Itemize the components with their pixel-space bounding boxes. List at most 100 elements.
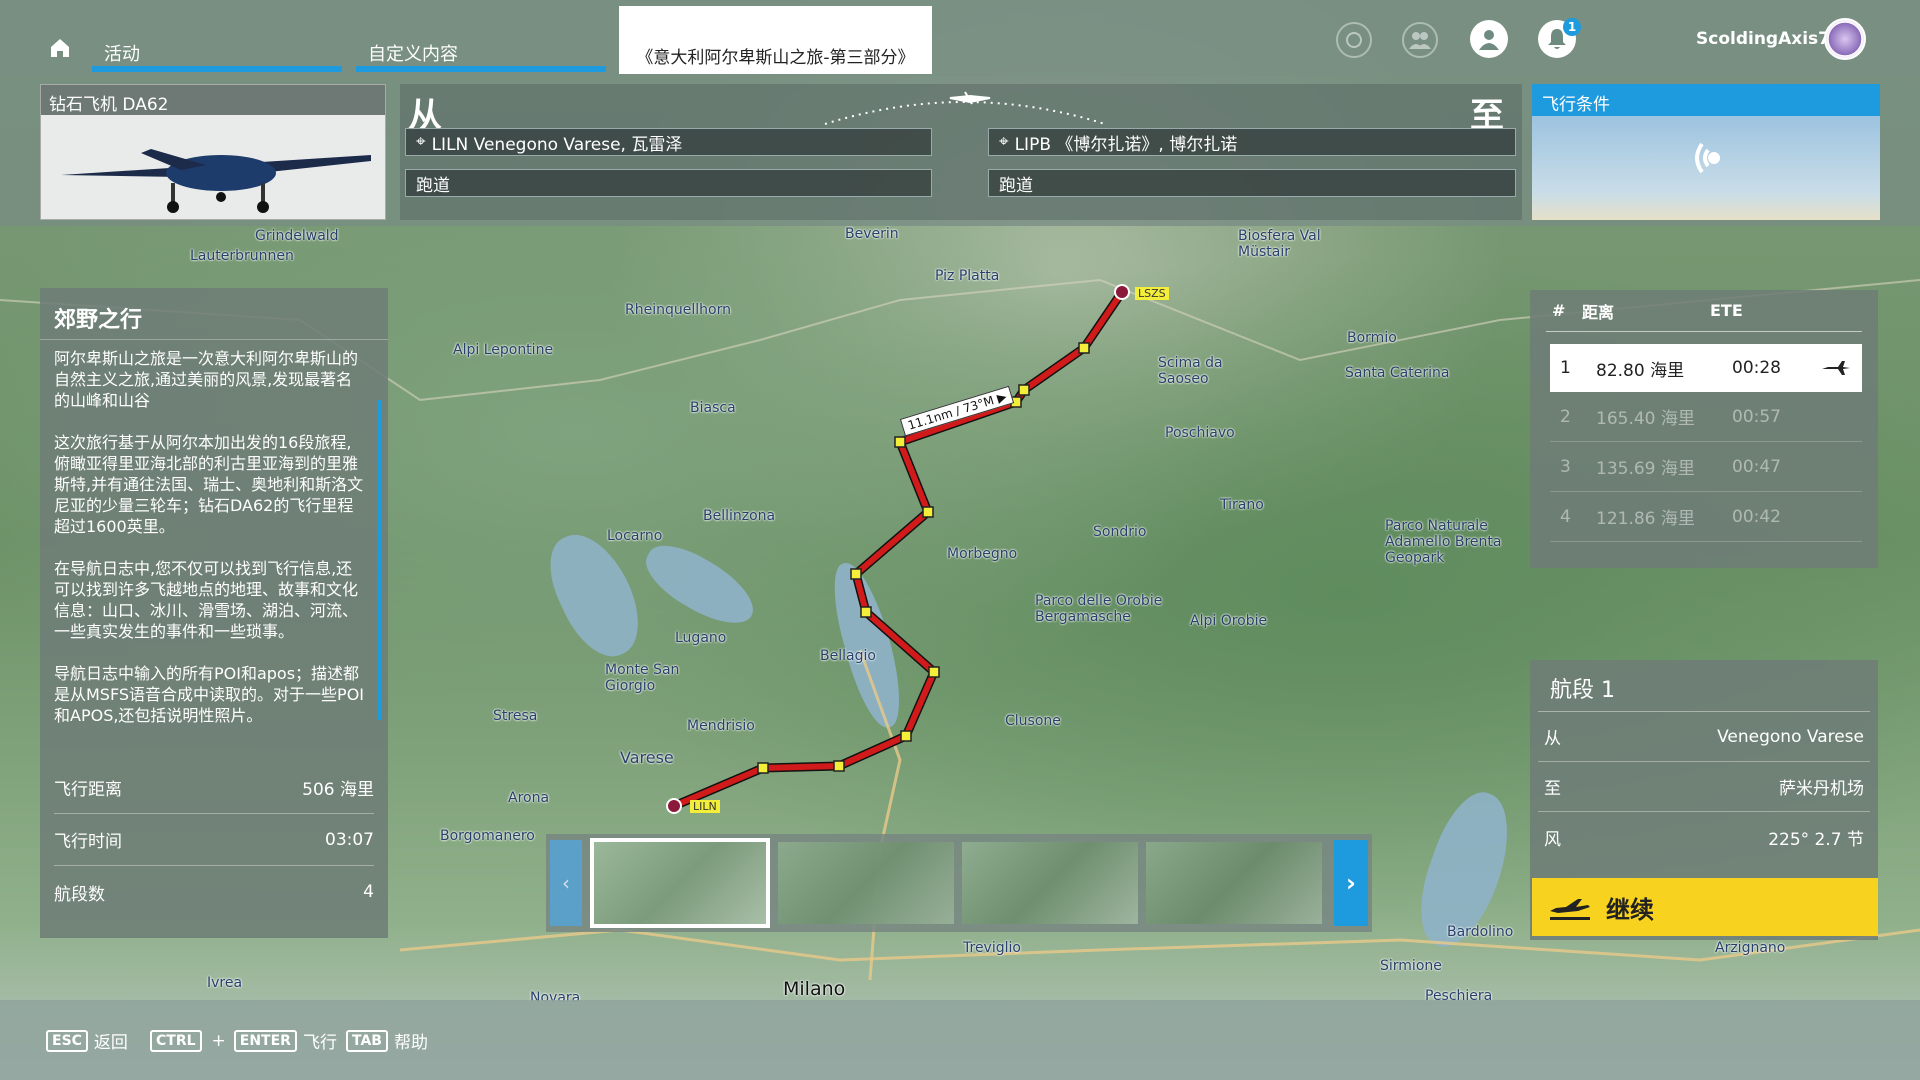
- thumbnail-leg-4[interactable]: [1146, 842, 1322, 924]
- departure-field[interactable]: ⌖ LILN Venegono Varese, 瓦雷泽: [405, 128, 932, 156]
- arrival-value: LIPB 《博尔扎诺》, 博尔扎诺: [1014, 134, 1238, 155]
- profile-icon[interactable]: [1470, 20, 1508, 58]
- leg-ete: 00:42: [1732, 506, 1781, 527]
- leg-num: 4: [1560, 506, 1571, 527]
- tab-current-flight-label: 《意大利阿尔卑斯山之旅-第三部分》: [636, 48, 915, 68]
- detail-label: 至: [1544, 779, 1561, 799]
- ctrl-key: CTRL: [150, 1029, 202, 1052]
- briefing-paragraph: 阿尔卑斯山之旅是一次意大利阿尔卑斯山的自然主义之旅,通过美丽的风景,发现最著名的…: [54, 349, 359, 410]
- stat-label: 航段数: [54, 884, 105, 905]
- col-header: ETE: [1710, 301, 1743, 320]
- stat-time: 飞行时间 03:07: [54, 814, 374, 866]
- stat-value: 4: [363, 882, 374, 902]
- detail-label: 从: [1544, 729, 1561, 749]
- thumbnail-leg-3[interactable]: [962, 842, 1138, 924]
- briefing-paragraph: 在导航日志中,您不仅可以找到飞行信息,还可以找到许多飞越地点的地理、故事和文化信…: [54, 559, 359, 641]
- username[interactable]: ScoldingAxis7: [1696, 29, 1830, 49]
- aircraft-card[interactable]: 钻石飞机 DA62: [40, 84, 386, 220]
- arrival-runway-field[interactable]: 跑道: [988, 169, 1516, 197]
- departure-runway-field[interactable]: 跑道: [405, 169, 932, 197]
- airport-label-end: LSZS: [1135, 287, 1169, 300]
- stat-value: 03:07: [325, 829, 374, 850]
- briefing-paragraph: 这次旅行基于从阿尔本加出发的16段旅程,俯瞰亚得里亚海北部的利古里亚海到的里雅斯…: [54, 433, 364, 536]
- briefing-paragraph: 导航日志中输入的所有POI和apos；描述都是从MSFS语音合成中读取的。对于一…: [54, 664, 365, 725]
- tab-custom-content[interactable]: 自定义内容: [356, 0, 606, 72]
- leg-detail-from: 从 Venegono Varese: [1538, 712, 1870, 762]
- achievement-icon[interactable]: [1336, 22, 1372, 58]
- enter-key: ENTER: [233, 1029, 297, 1052]
- fly-label: 飞行: [302, 1033, 337, 1053]
- briefing-title: 郊野之行: [40, 288, 388, 340]
- stat-label: 飞行距离: [54, 780, 122, 800]
- flight-conditions-title: 飞行条件: [1532, 84, 1880, 116]
- legs-table-header: # 距离 ETE: [1546, 290, 1862, 332]
- friends-icon[interactable]: [1402, 22, 1438, 58]
- plus-sign: +: [211, 1030, 226, 1051]
- thumbnail-leg-1[interactable]: [590, 838, 770, 928]
- tab-custom-content-label: 自定义内容: [368, 44, 458, 65]
- leg-row[interactable]: 2 165.40 海里 00:57: [1550, 392, 1862, 442]
- leg-dist: 165.40 海里: [1596, 409, 1695, 429]
- tab-activities[interactable]: 活动: [92, 0, 342, 72]
- detail-value: Venegono Varese: [1717, 726, 1864, 747]
- leg-num: 2: [1560, 406, 1571, 427]
- map-thumbnail-strip: ‹ ›: [546, 834, 1372, 932]
- leg-dist: 82.80 海里: [1596, 360, 1685, 381]
- briefing-scrollbar[interactable]: [377, 400, 382, 720]
- tab-key: TAB: [346, 1029, 388, 1052]
- fly-hint[interactable]: CTRL + ENTER 飞行: [150, 1028, 337, 1053]
- leg-detail-to: 至 萨米丹机场: [1538, 762, 1870, 812]
- leg-detail-wind: 风 225° 2.7 节: [1538, 812, 1870, 862]
- aircraft-image: [41, 115, 385, 219]
- back-label: 返回: [93, 1033, 128, 1053]
- detail-label: 风: [1544, 829, 1561, 850]
- arrival-runway-label: 跑道: [999, 175, 1033, 196]
- leg-row[interactable]: 4 121.86 海里 00:42: [1550, 492, 1862, 542]
- thumbnail-next-button[interactable]: ›: [1334, 840, 1368, 926]
- avatar[interactable]: [1824, 18, 1866, 60]
- leg-ete: 00:57: [1732, 406, 1781, 427]
- location-pin-icon: ⌖: [416, 132, 426, 152]
- leg-row[interactable]: 3 135.69 海里 00:47: [1550, 442, 1862, 492]
- leg-dist: 135.69 海里: [1596, 459, 1695, 479]
- stat-legs: 航段数 4: [54, 866, 374, 918]
- tab-current-flight[interactable]: 《意大利阿尔卑斯山之旅-第三部分》: [619, 6, 932, 74]
- legs-table: # 距离 ETE 1 82.80 海里 00:28 2 165.40 海里 00…: [1530, 290, 1878, 568]
- detail-value: 萨米丹机场: [1779, 779, 1864, 799]
- tab-underline: [356, 66, 606, 72]
- departure-value: LILN Venegono Varese, 瓦雷泽: [431, 134, 683, 155]
- detail-value: 225° 2.7 节: [1768, 829, 1864, 850]
- leg-dist: 121.86 海里: [1596, 509, 1695, 529]
- notification-badge: 1: [1563, 18, 1581, 36]
- leg-row-selected[interactable]: 1 82.80 海里 00:28: [1550, 344, 1862, 392]
- leg-detail-rows: 从 Venegono Varese 至 萨米丹机场 风 225° 2.7 节: [1538, 712, 1870, 862]
- route-arc: [824, 91, 1106, 125]
- tab-activities-label: 活动: [104, 44, 140, 65]
- flight-header: 钻石飞机 DA62 从 至 ⌖ LILN Venegono Varese, 瓦雷…: [0, 76, 1920, 226]
- leg-detail-title: 航段 1: [1538, 660, 1870, 712]
- leg-ete: 00:28: [1732, 358, 1781, 378]
- continue-label: 继续: [1606, 895, 1654, 924]
- col-header: #: [1552, 301, 1566, 320]
- bottom-bar: ESC 返回 CTRL + ENTER 飞行 TAB 帮助: [0, 1000, 1920, 1080]
- leg-num: 1: [1560, 358, 1571, 378]
- briefing-description: 阿尔卑斯山之旅是一次意大利阿尔卑斯山的自然主义之旅,通过美丽的风景,发现最著名的…: [40, 340, 388, 762]
- back-hint[interactable]: ESC 返回: [46, 1028, 128, 1053]
- top-bar: 活动 自定义内容 《意大利阿尔卑斯山之旅-第三部分》 1 ScoldingAxi…: [0, 0, 1920, 76]
- thumbnail-leg-2[interactable]: [778, 842, 954, 924]
- tab-underline: [92, 66, 342, 72]
- flight-conditions-card[interactable]: 飞行条件: [1532, 84, 1880, 220]
- leg-ete: 00:47: [1732, 456, 1781, 477]
- airplane-icon: [1822, 361, 1850, 375]
- continue-button[interactable]: 继续: [1532, 878, 1878, 936]
- route-header: 从 至 ⌖ LILN Venegono Varese, 瓦雷泽 跑道 ⌖ LIP…: [400, 84, 1522, 220]
- home-icon[interactable]: [48, 36, 72, 64]
- thumbnail-prev-button[interactable]: ‹: [550, 840, 582, 926]
- help-hint[interactable]: TAB 帮助: [346, 1028, 428, 1053]
- col-header: 距离: [1582, 302, 1615, 322]
- arrival-field[interactable]: ⌖ LIPB 《博尔扎诺》, 博尔扎诺: [988, 128, 1516, 156]
- briefing-panel: 郊野之行 阿尔卑斯山之旅是一次意大利阿尔卑斯山的自然主义之旅,通过美丽的风景,发…: [40, 288, 388, 938]
- stat-distance: 飞行距离 506 海里: [54, 762, 374, 814]
- stat-value: 506 海里: [302, 780, 374, 800]
- live-weather-icon: [1682, 134, 1730, 186]
